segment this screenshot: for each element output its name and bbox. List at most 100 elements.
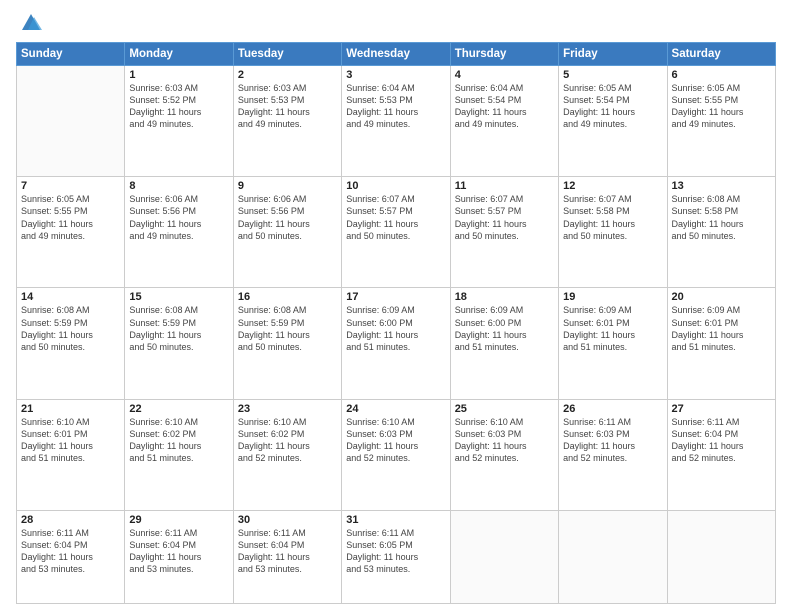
day-number: 24 <box>346 403 445 415</box>
calendar-cell: 22Sunrise: 6:10 AM Sunset: 6:02 PM Dayli… <box>125 399 233 510</box>
day-number: 10 <box>346 180 445 192</box>
day-number: 30 <box>238 514 337 526</box>
day-info: Sunrise: 6:11 AM Sunset: 6:05 PM Dayligh… <box>346 527 445 576</box>
calendar-header-friday: Friday <box>559 43 667 66</box>
day-number: 17 <box>346 291 445 303</box>
day-number: 3 <box>346 69 445 81</box>
day-info: Sunrise: 6:11 AM Sunset: 6:04 PM Dayligh… <box>672 416 771 465</box>
day-info: Sunrise: 6:09 AM Sunset: 6:01 PM Dayligh… <box>672 304 771 353</box>
day-info: Sunrise: 6:10 AM Sunset: 6:02 PM Dayligh… <box>238 416 337 465</box>
calendar-cell: 25Sunrise: 6:10 AM Sunset: 6:03 PM Dayli… <box>450 399 558 510</box>
day-info: Sunrise: 6:07 AM Sunset: 5:57 PM Dayligh… <box>346 193 445 242</box>
day-number: 12 <box>563 180 662 192</box>
day-info: Sunrise: 6:05 AM Sunset: 5:55 PM Dayligh… <box>21 193 120 242</box>
calendar-cell: 30Sunrise: 6:11 AM Sunset: 6:04 PM Dayli… <box>233 510 341 603</box>
day-number: 26 <box>563 403 662 415</box>
day-info: Sunrise: 6:10 AM Sunset: 6:03 PM Dayligh… <box>455 416 554 465</box>
day-number: 27 <box>672 403 771 415</box>
calendar-cell: 28Sunrise: 6:11 AM Sunset: 6:04 PM Dayli… <box>17 510 125 603</box>
day-info: Sunrise: 6:09 AM Sunset: 6:00 PM Dayligh… <box>346 304 445 353</box>
calendar-cell: 10Sunrise: 6:07 AM Sunset: 5:57 PM Dayli… <box>342 177 450 288</box>
calendar-cell: 26Sunrise: 6:11 AM Sunset: 6:03 PM Dayli… <box>559 399 667 510</box>
calendar-header-monday: Monday <box>125 43 233 66</box>
calendar-header-sunday: Sunday <box>17 43 125 66</box>
calendar-table: SundayMondayTuesdayWednesdayThursdayFrid… <box>16 42 776 604</box>
calendar-cell: 1Sunrise: 6:03 AM Sunset: 5:52 PM Daylig… <box>125 66 233 177</box>
day-info: Sunrise: 6:03 AM Sunset: 5:53 PM Dayligh… <box>238 82 337 131</box>
calendar-cell: 16Sunrise: 6:08 AM Sunset: 5:59 PM Dayli… <box>233 288 341 399</box>
day-number: 16 <box>238 291 337 303</box>
calendar-cell: 19Sunrise: 6:09 AM Sunset: 6:01 PM Dayli… <box>559 288 667 399</box>
calendar-week-row: 7Sunrise: 6:05 AM Sunset: 5:55 PM Daylig… <box>17 177 776 288</box>
day-info: Sunrise: 6:11 AM Sunset: 6:04 PM Dayligh… <box>21 527 120 576</box>
day-info: Sunrise: 6:05 AM Sunset: 5:54 PM Dayligh… <box>563 82 662 131</box>
calendar-header-wednesday: Wednesday <box>342 43 450 66</box>
calendar-cell: 4Sunrise: 6:04 AM Sunset: 5:54 PM Daylig… <box>450 66 558 177</box>
day-info: Sunrise: 6:05 AM Sunset: 5:55 PM Dayligh… <box>672 82 771 131</box>
day-number: 4 <box>455 69 554 81</box>
day-info: Sunrise: 6:09 AM Sunset: 6:00 PM Dayligh… <box>455 304 554 353</box>
calendar-cell: 11Sunrise: 6:07 AM Sunset: 5:57 PM Dayli… <box>450 177 558 288</box>
calendar-header-row: SundayMondayTuesdayWednesdayThursdayFrid… <box>17 43 776 66</box>
logo <box>16 12 42 34</box>
calendar-cell: 23Sunrise: 6:10 AM Sunset: 6:02 PM Dayli… <box>233 399 341 510</box>
calendar-cell <box>450 510 558 603</box>
day-info: Sunrise: 6:10 AM Sunset: 6:01 PM Dayligh… <box>21 416 120 465</box>
calendar-cell: 20Sunrise: 6:09 AM Sunset: 6:01 PM Dayli… <box>667 288 775 399</box>
day-info: Sunrise: 6:08 AM Sunset: 5:58 PM Dayligh… <box>672 193 771 242</box>
calendar-week-row: 28Sunrise: 6:11 AM Sunset: 6:04 PM Dayli… <box>17 510 776 603</box>
day-number: 28 <box>21 514 120 526</box>
calendar-cell: 21Sunrise: 6:10 AM Sunset: 6:01 PM Dayli… <box>17 399 125 510</box>
day-number: 11 <box>455 180 554 192</box>
day-number: 25 <box>455 403 554 415</box>
calendar-header-thursday: Thursday <box>450 43 558 66</box>
day-info: Sunrise: 6:08 AM Sunset: 5:59 PM Dayligh… <box>129 304 228 353</box>
day-number: 22 <box>129 403 228 415</box>
day-info: Sunrise: 6:08 AM Sunset: 5:59 PM Dayligh… <box>21 304 120 353</box>
day-info: Sunrise: 6:09 AM Sunset: 6:01 PM Dayligh… <box>563 304 662 353</box>
calendar-cell: 7Sunrise: 6:05 AM Sunset: 5:55 PM Daylig… <box>17 177 125 288</box>
calendar-header-tuesday: Tuesday <box>233 43 341 66</box>
day-number: 21 <box>21 403 120 415</box>
day-number: 1 <box>129 69 228 81</box>
calendar-cell: 29Sunrise: 6:11 AM Sunset: 6:04 PM Dayli… <box>125 510 233 603</box>
calendar-cell: 13Sunrise: 6:08 AM Sunset: 5:58 PM Dayli… <box>667 177 775 288</box>
calendar-cell: 24Sunrise: 6:10 AM Sunset: 6:03 PM Dayli… <box>342 399 450 510</box>
day-info: Sunrise: 6:04 AM Sunset: 5:53 PM Dayligh… <box>346 82 445 131</box>
calendar-cell: 27Sunrise: 6:11 AM Sunset: 6:04 PM Dayli… <box>667 399 775 510</box>
calendar-cell: 6Sunrise: 6:05 AM Sunset: 5:55 PM Daylig… <box>667 66 775 177</box>
day-number: 15 <box>129 291 228 303</box>
day-number: 2 <box>238 69 337 81</box>
day-info: Sunrise: 6:11 AM Sunset: 6:04 PM Dayligh… <box>238 527 337 576</box>
day-number: 29 <box>129 514 228 526</box>
calendar-cell <box>559 510 667 603</box>
calendar-cell: 5Sunrise: 6:05 AM Sunset: 5:54 PM Daylig… <box>559 66 667 177</box>
day-number: 9 <box>238 180 337 192</box>
day-number: 18 <box>455 291 554 303</box>
calendar-header-saturday: Saturday <box>667 43 775 66</box>
day-number: 8 <box>129 180 228 192</box>
day-number: 5 <box>563 69 662 81</box>
day-number: 19 <box>563 291 662 303</box>
calendar-week-row: 1Sunrise: 6:03 AM Sunset: 5:52 PM Daylig… <box>17 66 776 177</box>
day-info: Sunrise: 6:06 AM Sunset: 5:56 PM Dayligh… <box>129 193 228 242</box>
day-info: Sunrise: 6:10 AM Sunset: 6:02 PM Dayligh… <box>129 416 228 465</box>
calendar-week-row: 14Sunrise: 6:08 AM Sunset: 5:59 PM Dayli… <box>17 288 776 399</box>
day-number: 20 <box>672 291 771 303</box>
header <box>16 12 776 34</box>
calendar-cell: 3Sunrise: 6:04 AM Sunset: 5:53 PM Daylig… <box>342 66 450 177</box>
calendar-cell: 17Sunrise: 6:09 AM Sunset: 6:00 PM Dayli… <box>342 288 450 399</box>
day-info: Sunrise: 6:07 AM Sunset: 5:58 PM Dayligh… <box>563 193 662 242</box>
day-info: Sunrise: 6:04 AM Sunset: 5:54 PM Dayligh… <box>455 82 554 131</box>
day-info: Sunrise: 6:06 AM Sunset: 5:56 PM Dayligh… <box>238 193 337 242</box>
day-number: 6 <box>672 69 771 81</box>
day-info: Sunrise: 6:11 AM Sunset: 6:03 PM Dayligh… <box>563 416 662 465</box>
calendar-week-row: 21Sunrise: 6:10 AM Sunset: 6:01 PM Dayli… <box>17 399 776 510</box>
day-number: 23 <box>238 403 337 415</box>
day-info: Sunrise: 6:03 AM Sunset: 5:52 PM Dayligh… <box>129 82 228 131</box>
calendar-cell: 31Sunrise: 6:11 AM Sunset: 6:05 PM Dayli… <box>342 510 450 603</box>
calendar-cell <box>667 510 775 603</box>
calendar-cell: 14Sunrise: 6:08 AM Sunset: 5:59 PM Dayli… <box>17 288 125 399</box>
day-info: Sunrise: 6:07 AM Sunset: 5:57 PM Dayligh… <box>455 193 554 242</box>
calendar-cell: 18Sunrise: 6:09 AM Sunset: 6:00 PM Dayli… <box>450 288 558 399</box>
